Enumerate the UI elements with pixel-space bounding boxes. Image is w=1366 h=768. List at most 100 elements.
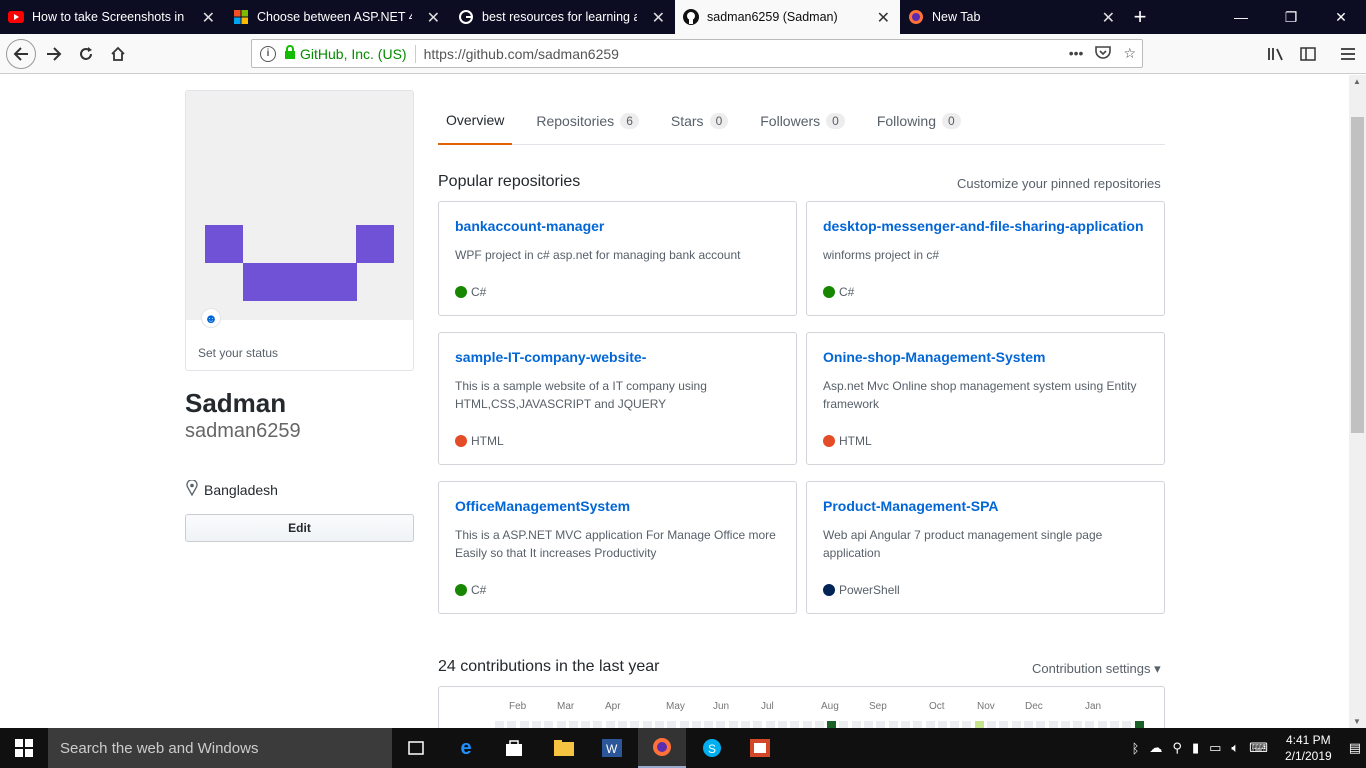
pocket-icon[interactable]: [1095, 45, 1112, 62]
home-icon[interactable]: [104, 40, 132, 68]
back-icon[interactable]: [6, 39, 36, 69]
month-label: Jun: [713, 701, 730, 712]
skype-icon[interactable]: S: [688, 728, 736, 768]
display-icon[interactable]: ▭: [1209, 740, 1221, 756]
forward-icon[interactable]: [40, 40, 68, 68]
identicon-image: [186, 91, 413, 320]
browser-tab[interactable]: How to take Screenshots in Windows ✕: [0, 0, 225, 34]
scroll-down-icon[interactable]: ▼: [1353, 717, 1361, 726]
tab-title: sadman6259 (Sadman): [707, 10, 838, 24]
browser-tab[interactable]: New Tab ✕: [900, 0, 1125, 34]
new-tab-icon[interactable]: +: [1125, 0, 1155, 34]
youtube-icon: [8, 9, 24, 25]
tab-stars[interactable]: Stars 0: [663, 97, 736, 145]
smiley-icon[interactable]: ☻: [201, 308, 221, 328]
task-view-icon[interactable]: [392, 728, 440, 768]
windows-start-icon[interactable]: [0, 728, 48, 768]
repo-name-link[interactable]: Product-Management-SPA: [823, 498, 1148, 514]
tab-overview[interactable]: Overview: [438, 97, 513, 145]
repo-language: HTML: [455, 434, 504, 448]
repo-description: Asp.net Mvc Online shop management syste…: [823, 379, 1137, 411]
onedrive-icon[interactable]: ☁: [1149, 740, 1162, 756]
lock-icon: [284, 45, 296, 62]
language-label: C#: [839, 285, 855, 299]
tab-title: New Tab: [932, 10, 981, 24]
month-label: Mar: [557, 701, 575, 712]
close-tab-icon[interactable]: ✕: [427, 8, 440, 28]
set-status-link[interactable]: Set your status: [198, 346, 278, 360]
network-icon[interactable]: ⚲: [1172, 740, 1182, 756]
month-label: Feb: [509, 701, 527, 712]
word-icon[interactable]: W: [588, 728, 636, 768]
repo-name-link[interactable]: Onine-shop-Management-System: [823, 349, 1148, 365]
menu-icon[interactable]: [1334, 40, 1362, 68]
repo-language: PowerShell: [823, 583, 900, 597]
repo-name-link[interactable]: OfficeManagementSystem: [455, 498, 780, 514]
month-label: Apr: [605, 701, 621, 712]
close-tab-icon[interactable]: ✕: [1102, 8, 1115, 28]
repo-description: WPF project in c# asp.net for managing b…: [455, 248, 741, 262]
identicon-block: [243, 263, 357, 301]
tab-followers[interactable]: Followers 0: [752, 97, 853, 145]
browser-tab-active[interactable]: sadman6259 (Sadman) ✕: [675, 0, 900, 34]
language-label: HTML: [839, 434, 872, 448]
bookmark-star-icon[interactable]: ☆: [1123, 45, 1136, 62]
firefox-taskbar-icon[interactable]: [638, 728, 686, 768]
edge-icon[interactable]: e: [442, 728, 490, 768]
tab-label: Followers: [760, 113, 821, 129]
file-explorer-icon[interactable]: [540, 728, 588, 768]
repo-language: HTML: [823, 434, 872, 448]
taskbar-search-box[interactable]: Search the web and Windows: [48, 728, 392, 768]
tab-count: 0: [826, 113, 845, 129]
battery-icon[interactable]: ▮: [1192, 740, 1199, 756]
browser-tabbar: How to take Screenshots in Windows ✕ Cho…: [0, 0, 1366, 34]
clock-date: 2/1/2019: [1284, 749, 1332, 763]
repo-name-link[interactable]: desktop-messenger-and-file-sharing-appli…: [823, 218, 1148, 234]
store-icon[interactable]: [490, 728, 538, 768]
scroll-up-icon[interactable]: ▲: [1353, 77, 1361, 86]
repo-name-link[interactable]: sample-IT-company-website-: [455, 349, 780, 365]
profile-tabs: Overview Repositories 6 Stars 0 Followers 0…: [438, 97, 1165, 145]
page-actions-icon[interactable]: •••: [1069, 45, 1084, 62]
info-icon[interactable]: i: [260, 45, 276, 62]
library-icon[interactable]: [1262, 40, 1290, 68]
google-icon: [458, 9, 474, 25]
language-color-dot: [455, 286, 467, 298]
site-identity[interactable]: GitHub, Inc. (US): [300, 46, 407, 62]
windows-taskbar: Search the web and Windows e W S ᛒ ☁ ⚲ ▮…: [0, 728, 1366, 768]
browser-tab[interactable]: Choose between ASP.NET 4.x and ASP.NET C…: [225, 0, 450, 34]
tab-repositories[interactable]: Repositories 6: [528, 97, 647, 145]
svg-text:W: W: [606, 742, 618, 756]
notifications-icon[interactable]: ▤: [1349, 740, 1361, 756]
close-tab-icon[interactable]: ✕: [877, 8, 890, 28]
firefox-icon: [908, 9, 924, 25]
close-window-icon[interactable]: ✕: [1316, 0, 1366, 34]
clock[interactable]: 4:41 PM 2/1/2019: [1285, 732, 1332, 764]
minimize-icon[interactable]: —: [1216, 0, 1266, 34]
powerpoint-icon[interactable]: [736, 728, 784, 768]
contribution-settings-dropdown[interactable]: Contribution settings ▾: [1032, 661, 1161, 677]
keyboard-icon[interactable]: ⌨: [1249, 740, 1268, 756]
sidebar-icon[interactable]: [1294, 40, 1322, 68]
reload-icon[interactable]: [72, 40, 100, 68]
restore-icon[interactable]: ❐: [1266, 0, 1316, 34]
location-pin-icon: [186, 479, 198, 499]
volume-icon[interactable]: 🔈︎: [1231, 740, 1239, 756]
tab-following[interactable]: Following 0: [869, 97, 969, 145]
avatar[interactable]: [185, 90, 414, 371]
url-text[interactable]: https://github.com/sadman6259: [424, 46, 619, 62]
scroll-thumb[interactable]: [1351, 117, 1364, 433]
close-tab-icon[interactable]: ✕: [652, 8, 665, 28]
customize-pins-link[interactable]: Customize your pinned repositories: [957, 176, 1161, 191]
edit-profile-button[interactable]: Edit: [185, 514, 414, 542]
repo-name-link[interactable]: bankaccount-manager: [455, 218, 780, 234]
url-actions: ••• ☆: [1069, 45, 1142, 62]
system-tray: ᛒ ☁ ⚲ ▮ ▭ 🔈︎ ⌨ 4:41 PM 2/1/2019 ▤: [1127, 728, 1366, 768]
address-bar[interactable]: i GitHub, Inc. (US) https://github.com/s…: [251, 39, 1143, 68]
repo-card: bankaccount-manager WPF project in c# as…: [438, 201, 797, 316]
close-tab-icon[interactable]: ✕: [202, 8, 215, 28]
month-label: Jul: [761, 701, 774, 712]
browser-tab[interactable]: best resources for learning asp.net ✕: [450, 0, 675, 34]
page-scrollbar[interactable]: ▲ ▼: [1349, 75, 1366, 728]
bluetooth-icon[interactable]: ᛒ: [1132, 741, 1140, 756]
